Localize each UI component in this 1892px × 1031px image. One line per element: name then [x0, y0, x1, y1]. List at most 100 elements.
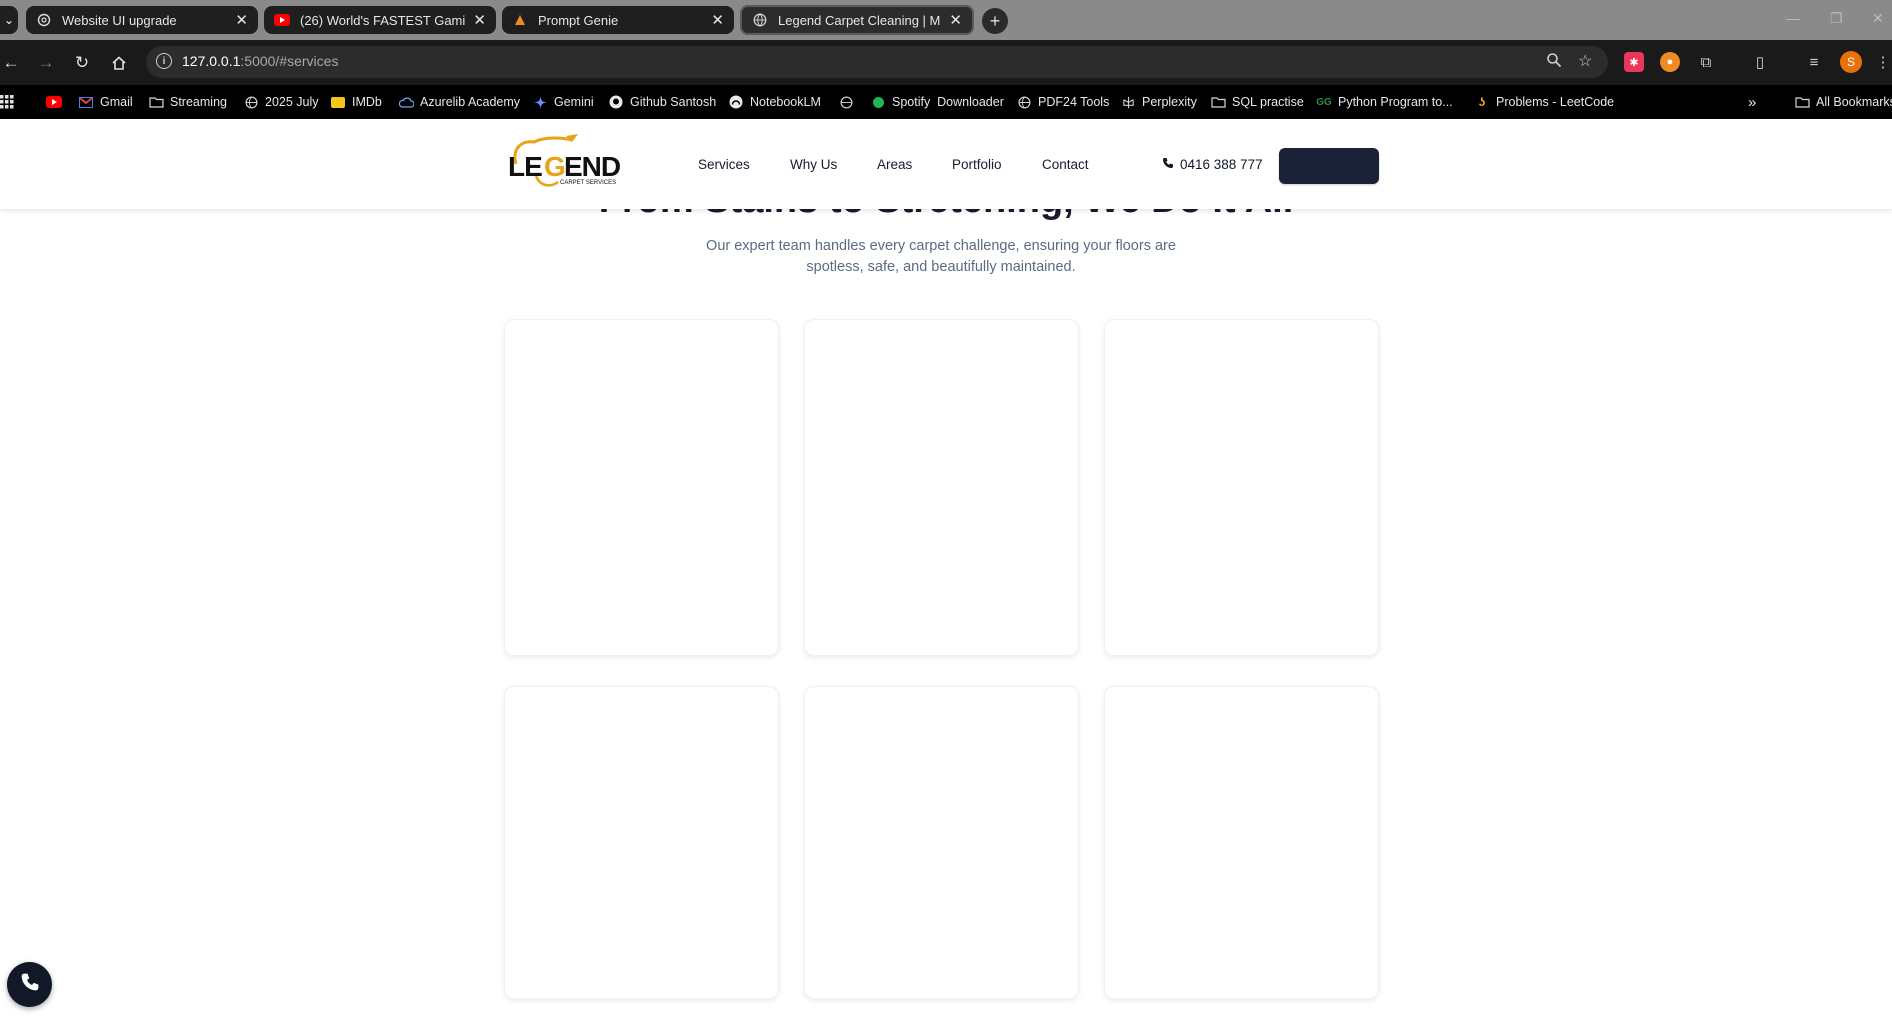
apps-grid-icon[interactable] — [0, 94, 14, 110]
services-subtitle: Our expert team handles every carpet cha… — [706, 238, 1176, 275]
extension-red-icon[interactable]: ✱ — [1624, 52, 1644, 72]
svg-text:LE: LE — [508, 151, 542, 182]
globe-icon — [1016, 95, 1032, 109]
bookmark-youtube[interactable] — [46, 94, 68, 110]
nav-why-us[interactable]: Why Us — [790, 157, 837, 172]
tab-title: Website UI upgrade — [62, 12, 177, 28]
forward-arrow-icon[interactable]: → — [33, 50, 59, 76]
gemini-icon — [532, 95, 548, 109]
site-info-icon[interactable]: i — [156, 53, 172, 69]
phone-icon — [1162, 157, 1174, 172]
close-tab-icon[interactable]: ✕ — [473, 11, 486, 29]
phone-icon — [20, 972, 40, 997]
profile-avatar[interactable]: S — [1840, 51, 1862, 73]
folder-icon — [1210, 95, 1226, 109]
browser-tab-4-active[interactable]: Legend Carpet Cleaning | Melb ✕ — [740, 5, 974, 35]
nav-contact[interactable]: Contact — [1042, 157, 1089, 172]
notebooklm-icon — [728, 95, 744, 109]
globe-icon — [838, 95, 854, 109]
service-card[interactable] — [504, 686, 779, 999]
browser-tab-1[interactable]: Website UI upgrade ✕ — [26, 6, 258, 34]
bookmark-gemini[interactable]: Gemini — [532, 94, 594, 110]
plus-icon: + — [989, 10, 1001, 31]
browser-tab-3[interactable]: Prompt Genie ✕ — [502, 6, 734, 34]
spotify-icon — [870, 95, 886, 109]
extension-orange-icon[interactable]: ● — [1660, 52, 1680, 72]
globe-icon — [243, 95, 259, 109]
service-card[interactable] — [1104, 319, 1379, 656]
restore-icon[interactable]: ❐ — [1830, 10, 1843, 27]
folder-icon — [148, 95, 164, 109]
nav-services[interactable]: Services — [698, 157, 750, 172]
bookmark-imdb[interactable]: IMDb — [330, 94, 382, 110]
tab-title: (26) World's FASTEST Gaming M — [300, 12, 466, 28]
close-tab-icon[interactable]: ✕ — [711, 11, 724, 29]
all-bookmarks-folder[interactable]: All Bookmarks — [1794, 94, 1892, 110]
svg-text:CARPET SERVICES: CARPET SERVICES — [560, 180, 616, 186]
bookmark-star-icon[interactable]: ☆ — [1578, 51, 1592, 71]
back-arrow-icon[interactable]: ← — [0, 50, 24, 76]
legend-logo[interactable]: LE G END CARPET SERVICES — [506, 132, 630, 192]
service-card[interactable] — [804, 686, 1079, 999]
site-header: LE G END CARPET SERVICES Services Why Us… — [0, 119, 1892, 209]
bookmarks-bar: Gmail Streaming 2025 July IMDb Azurelib … — [0, 85, 1892, 119]
new-tab-button[interactable]: + — [982, 8, 1008, 34]
close-window-icon[interactable]: ✕ — [1872, 10, 1884, 27]
bookmark-folder-sql[interactable]: SQL practise — [1210, 94, 1304, 110]
github-icon — [608, 95, 624, 109]
folder-icon — [1794, 95, 1810, 109]
kebab-menu-icon[interactable]: ⋮ — [1876, 52, 1891, 72]
floating-call-button[interactable] — [7, 962, 52, 1007]
bookmark-pdf24[interactable]: PDF24 Tools — [1016, 94, 1109, 110]
bookmark-gmail[interactable]: Gmail — [78, 94, 133, 110]
reload-icon[interactable]: ↻ — [69, 50, 95, 76]
service-card[interactable] — [804, 319, 1079, 656]
bookmark-folder-streaming[interactable]: Streaming — [148, 94, 227, 110]
tab-search-button[interactable]: ⌄ — [0, 6, 18, 34]
extensions-puzzle-icon[interactable]: ⧉ — [1696, 52, 1716, 72]
tab-title: Prompt Genie — [538, 12, 619, 28]
service-card[interactable] — [1104, 686, 1379, 999]
web-page: LE G END CARPET SERVICES Services Why Us… — [0, 119, 1892, 1031]
bookmark-github[interactable]: Github Santosh — [608, 94, 716, 110]
bookmark-globe[interactable] — [838, 94, 860, 110]
close-tab-icon[interactable]: ✕ — [949, 11, 962, 29]
gfg-icon: GG — [1316, 96, 1332, 108]
gmail-icon — [78, 95, 94, 109]
browser-toolbar: ← → ↻ i 127.0.0.1:5000/#services ☆ ✱ ● ⧉… — [0, 40, 1892, 85]
more-bookmarks-chevron-icon[interactable]: » — [1748, 94, 1756, 111]
svg-text:END: END — [564, 151, 621, 182]
service-card[interactable] — [504, 319, 779, 656]
cloud-icon — [398, 95, 414, 109]
tab-title: Legend Carpet Cleaning | Melb — [778, 12, 942, 28]
bookmark-azurelib[interactable]: Azurelib Academy — [398, 94, 520, 110]
bookmark-2025-july[interactable]: 2025 July — [243, 94, 319, 110]
browser-tab-strip: ⌄ Website UI upgrade ✕ (26) World's FAST… — [0, 0, 1892, 40]
bookmark-leetcode[interactable]: ʖ Problems - LeetCode — [1474, 94, 1614, 110]
prompt-genie-icon — [512, 12, 528, 28]
chevron-down-icon: ⌄ — [3, 13, 15, 27]
openai-icon — [36, 12, 52, 28]
minimize-icon[interactable]: — — [1786, 10, 1800, 26]
reading-mode-icon[interactable]: ▯ — [1750, 52, 1770, 72]
address-bar[interactable]: i 127.0.0.1:5000/#services ☆ — [146, 46, 1608, 78]
bookmark-notebooklm[interactable]: NotebookLM — [728, 94, 821, 110]
youtube-icon — [46, 95, 62, 109]
imdb-icon — [330, 95, 346, 109]
home-icon[interactable] — [106, 50, 132, 76]
bookmark-spotify-downloader[interactable]: Spotify Downloader — [870, 94, 1004, 110]
nav-areas[interactable]: Areas — [877, 157, 912, 172]
youtube-icon — [274, 12, 290, 28]
close-tab-icon[interactable]: ✕ — [235, 11, 248, 29]
bookmark-perplexity[interactable]: Perplexity — [1120, 94, 1197, 110]
browser-tab-2[interactable]: (26) World's FASTEST Gaming M ✕ — [264, 6, 496, 34]
header-phone-link[interactable]: 0416 388 777 — [1162, 157, 1263, 172]
header-cta-button[interactable] — [1279, 148, 1379, 184]
leetcode-icon: ʖ — [1478, 95, 1486, 109]
nav-portfolio[interactable]: Portfolio — [952, 157, 1002, 172]
bookmark-python-program[interactable]: GG Python Program to... — [1316, 94, 1452, 110]
svg-text:G: G — [544, 151, 565, 182]
zoom-icon[interactable] — [1546, 52, 1562, 73]
media-controls-icon[interactable]: ≡ — [1804, 52, 1824, 72]
perplexity-icon — [1120, 95, 1136, 109]
